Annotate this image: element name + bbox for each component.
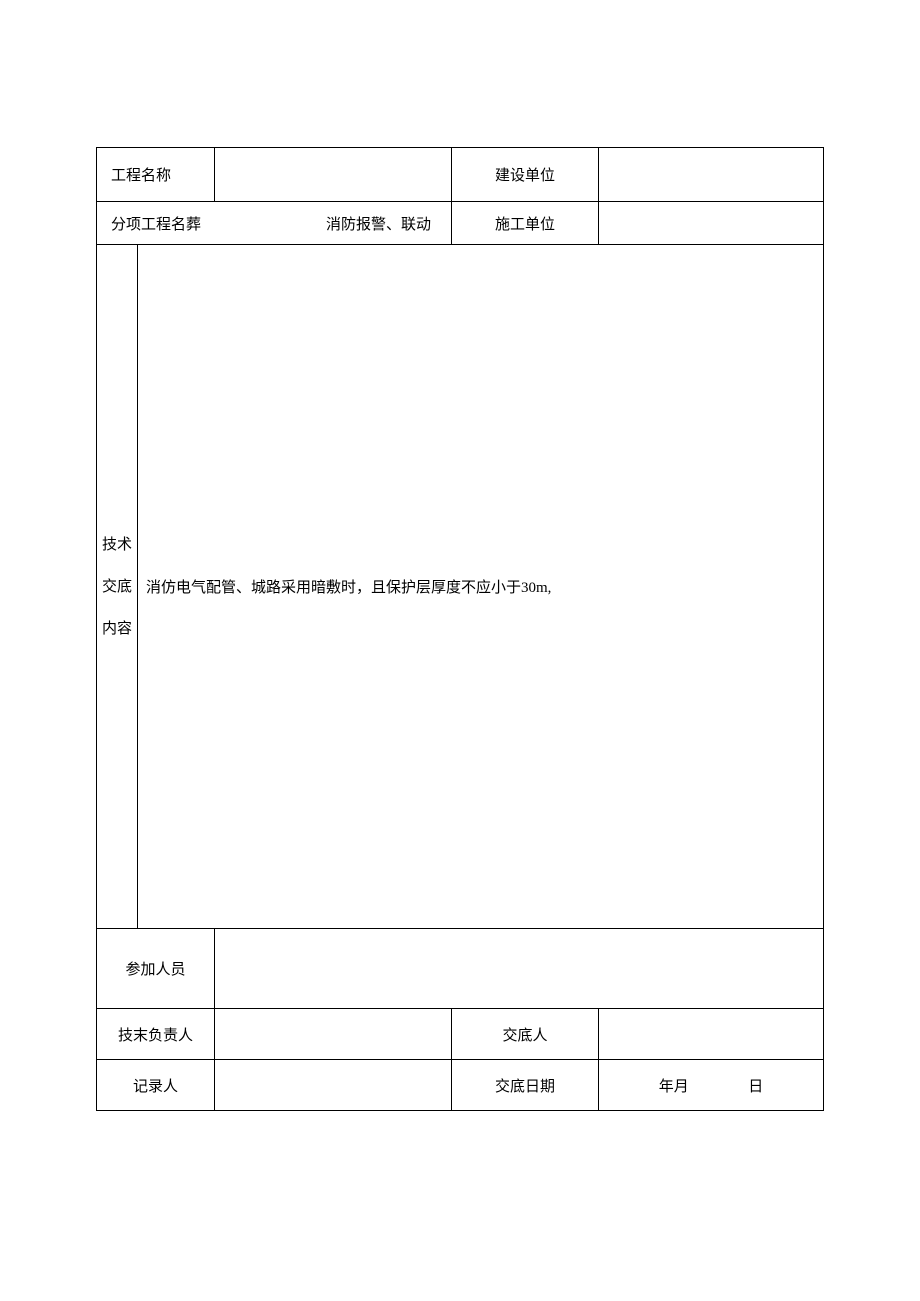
row-recorder: 记录人 交底日期 年月 日 [97, 1060, 824, 1111]
form-table: 工程名称 建设单位 分项工程名葬 消防报警、联动 施工单位 技术 交底 内容 [96, 147, 824, 1111]
label-project-name: 工程名称 [97, 148, 215, 202]
row-participants: 参加人员 [97, 929, 824, 1009]
value-recorder [215, 1060, 452, 1111]
row-project-name: 工程名称 建设单位 [97, 148, 824, 202]
label-construction-unit: 建设单位 [452, 148, 599, 202]
row-tech-lead: 技末负责人 交底人 [97, 1009, 824, 1060]
content-body: 消仿电气配管、城路采用暗敷时，且保护层厚度不应小于30m, [138, 245, 824, 929]
label-sub-project: 分项工程名葬 消防报警、联动 [97, 202, 452, 245]
value-contractor-unit [599, 202, 824, 245]
date-day: 日 [748, 1075, 763, 1096]
value-construction-unit [599, 148, 824, 202]
label-technical-disclosure: 技术 交底 内容 [97, 245, 138, 929]
label-participants: 参加人员 [97, 929, 215, 1009]
value-project-name [215, 148, 452, 202]
form-table-container: 工程名称 建设单位 分项工程名葬 消防报警、联动 施工单位 技术 交底 内容 [96, 147, 824, 1111]
value-participants [215, 929, 824, 1009]
label-contractor-unit: 施工单位 [452, 202, 599, 245]
value-disclosure-person [599, 1009, 824, 1060]
row-content: 技术 交底 内容 消仿电气配管、城路采用暗敷时，且保护层厚度不应小于30m, [97, 245, 824, 929]
label-recorder: 记录人 [97, 1060, 215, 1111]
label-disclosure-date: 交底日期 [452, 1060, 599, 1111]
label-tech-lead: 技末负责人 [97, 1009, 215, 1060]
label-disclosure-person: 交底人 [452, 1009, 599, 1060]
value-disclosure-date: 年月 日 [599, 1060, 824, 1111]
value-tech-lead [215, 1009, 452, 1060]
date-year-month: 年月 [659, 1075, 689, 1096]
row-sub-project: 分项工程名葬 消防报警、联动 施工单位 [97, 202, 824, 245]
